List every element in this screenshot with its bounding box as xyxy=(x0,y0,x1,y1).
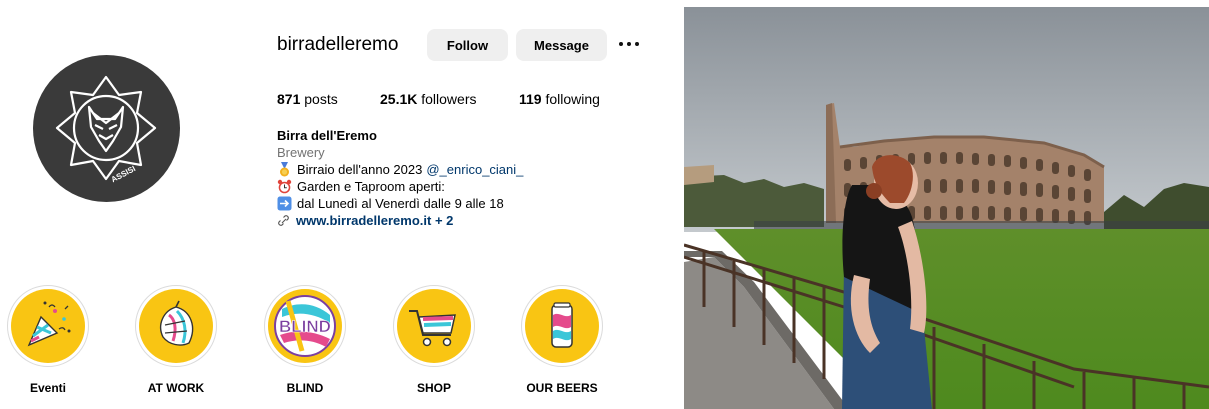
profile-avatar[interactable]: ASSISI xyxy=(33,55,180,202)
medal-icon xyxy=(277,162,292,177)
bio-award-text: Birraio dell'anno 2023 xyxy=(297,162,423,177)
wolf-logo-icon: ASSISI xyxy=(55,75,157,184)
followers-number: 25.1K xyxy=(380,91,418,107)
bio-hours-text: dal Lunedì al Venerdì dalle 9 alle 18 xyxy=(297,196,504,211)
highlight-eventi[interactable]: Eventi xyxy=(6,285,90,395)
highlight-label: BLIND xyxy=(286,381,324,395)
bio-line-hours: dal Lunedì al Venerdì dalle 9 alle 18 xyxy=(277,195,523,212)
highlight-ring xyxy=(7,285,89,367)
blind-logo-icon: BLIND xyxy=(268,289,342,363)
bio-website-link[interactable]: www.birradelleremo.it + 2 xyxy=(296,212,453,229)
following-label: following xyxy=(541,91,600,107)
posts-label: posts xyxy=(300,91,338,107)
highlight-label: AT WORK xyxy=(147,381,205,395)
highlight-label: OUR BEERS xyxy=(526,381,598,395)
highlight-ring xyxy=(393,285,475,367)
story-highlights: Eventi AT WORK BLIND BLIND SHOP OUR BEER… xyxy=(0,285,680,405)
followers-count[interactable]: 25.1K followers xyxy=(380,91,477,107)
follow-button[interactable]: Follow xyxy=(427,29,508,61)
party-popper-icon xyxy=(11,289,85,363)
bio-line-award: Birraio dell'anno 2023 @_enrico_ciani_ xyxy=(277,161,523,178)
bio-category: Brewery xyxy=(277,145,325,160)
bio-line-garden: Garden e Taproom aperti: xyxy=(277,178,523,195)
highlight-blind[interactable]: BLIND BLIND xyxy=(263,285,347,395)
colosseum-photo xyxy=(684,7,1209,409)
highlight-shop[interactable]: SHOP xyxy=(392,285,476,395)
followers-label: followers xyxy=(417,91,477,107)
more-options-icon[interactable] xyxy=(617,35,641,53)
posts-number: 871 xyxy=(277,91,301,107)
message-button[interactable]: Message xyxy=(516,29,607,61)
profile-username: birradelleremo xyxy=(277,34,399,55)
following-count[interactable]: 119 following xyxy=(519,91,600,107)
bio-display-name: Birra dell'Eremo xyxy=(277,128,377,143)
highlight-ring xyxy=(135,285,217,367)
posts-count: 871 posts xyxy=(277,91,338,107)
highlight-ring: BLIND xyxy=(264,285,346,367)
highlight-label: Eventi xyxy=(29,381,66,395)
highlight-ring xyxy=(521,285,603,367)
instagram-profile-panel: ASSISI birradelleremo Follow Message 871… xyxy=(0,0,680,409)
profile-bio: Birra dell'Eremo Brewery Birraio dell'an… xyxy=(277,127,523,229)
highlight-our-beers[interactable]: OUR BEERS xyxy=(520,285,604,395)
right-arrow-icon xyxy=(277,196,292,211)
bio-mention-link[interactable]: @_enrico_ciani_ xyxy=(426,161,523,178)
highlight-at-work[interactable]: AT WORK xyxy=(134,285,218,395)
blind-logo-text: BLIND xyxy=(279,317,331,336)
bio-garden-text: Garden e Taproom aperti: xyxy=(297,179,445,194)
hop-leaf-icon xyxy=(139,289,213,363)
link-icon xyxy=(277,213,290,228)
shopping-cart-icon xyxy=(397,289,471,363)
bio-line-link: www.birradelleremo.it + 2 xyxy=(277,212,523,229)
highlight-label: SHOP xyxy=(416,381,451,395)
beer-can-icon xyxy=(525,289,599,363)
clock-icon xyxy=(277,179,292,194)
following-number: 119 xyxy=(519,91,542,107)
